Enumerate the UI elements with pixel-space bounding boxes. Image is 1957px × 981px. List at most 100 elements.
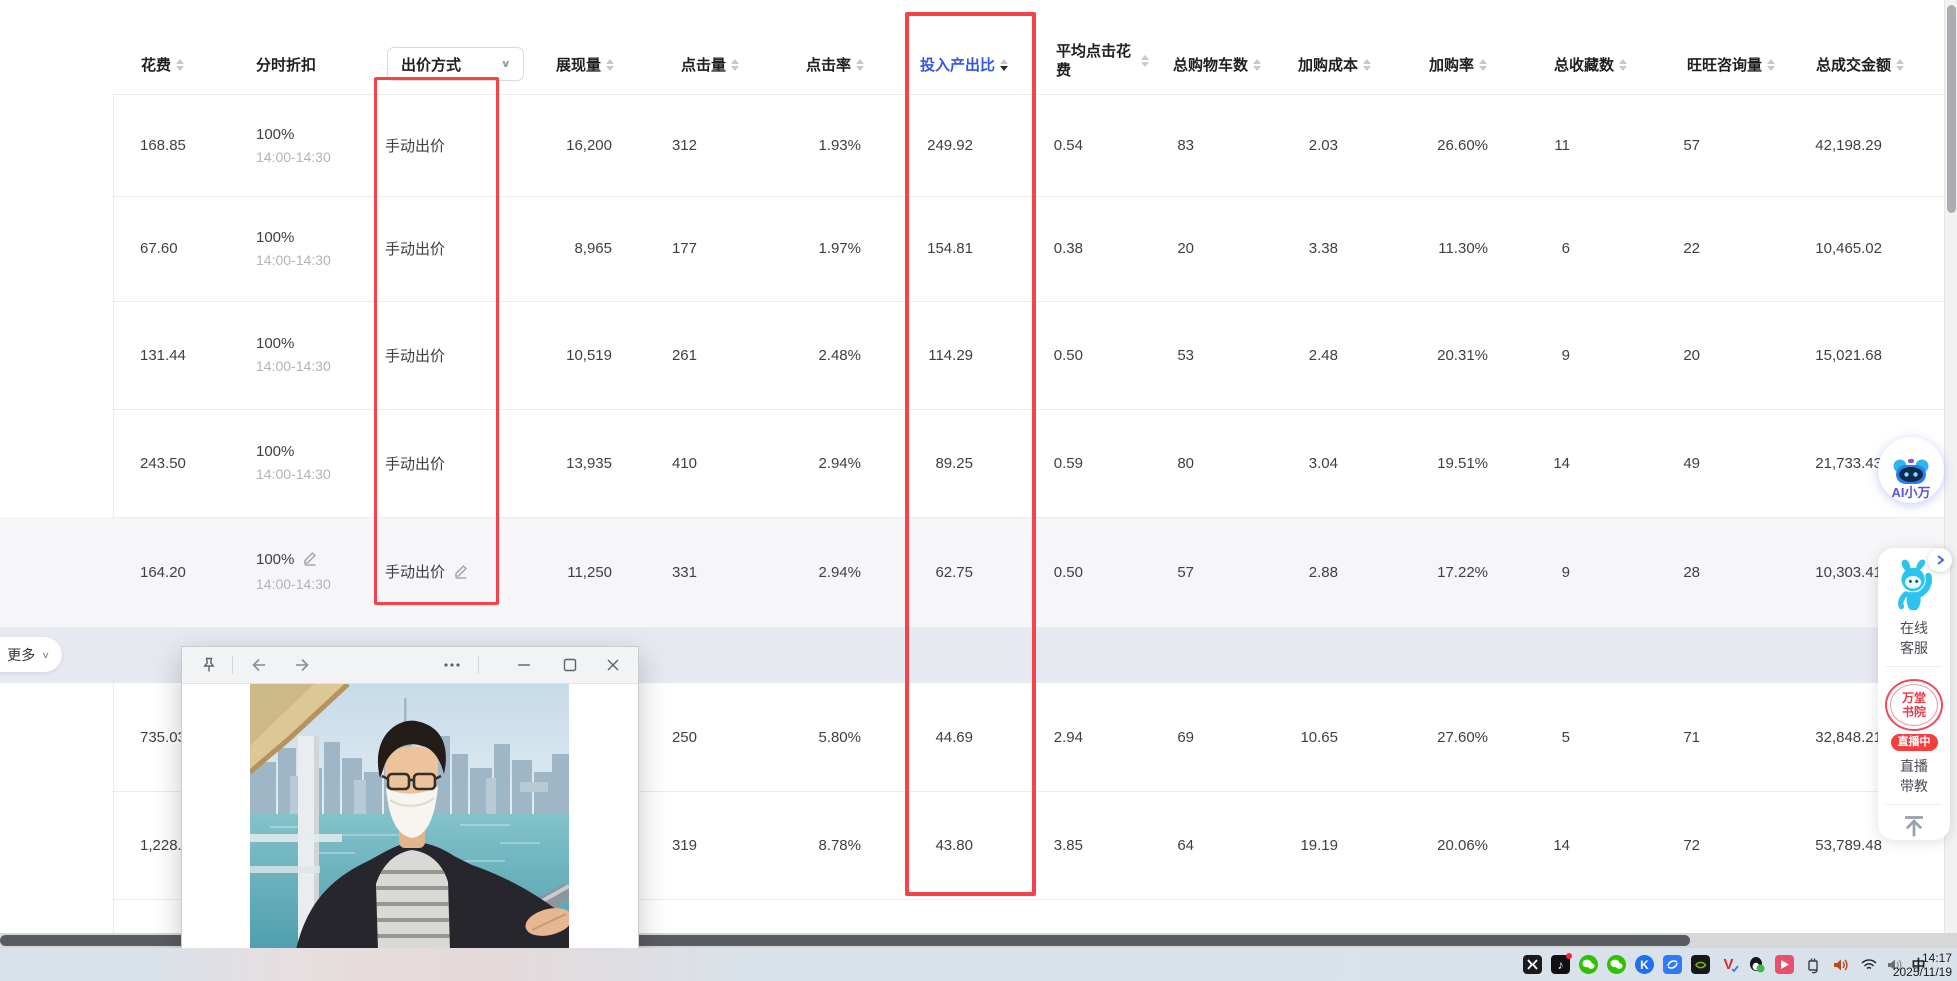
sort-icon[interactable] — [1479, 58, 1488, 71]
discount-value: 100% — [256, 548, 340, 573]
chevron-down-icon: ∨ — [500, 57, 511, 70]
sort-icon[interactable] — [731, 58, 740, 71]
maximize-icon[interactable] — [553, 647, 587, 683]
header-avg_click_cost[interactable]: 平均点击花费 — [1056, 42, 1149, 80]
cell-cart_cost: 2.03 — [1308, 137, 1338, 154]
cell-bid: 手动出价 — [340, 135, 493, 156]
more-button[interactable]: 更多 ∨ — [0, 637, 62, 672]
douyin-tray-icon[interactable]: ♪ — [1550, 953, 1572, 975]
cell-discount: 100% 14:00-14:30 — [182, 548, 340, 596]
bid-method-select[interactable]: 出价方式 ∨ — [387, 47, 524, 81]
pin-icon[interactable] — [192, 647, 226, 683]
header-clicks[interactable]: 点击量 — [681, 54, 740, 75]
header-roi[interactable]: 投入产出比 — [920, 54, 1009, 75]
close-icon[interactable] — [596, 647, 630, 683]
cell-impressions: 16,200 — [566, 137, 612, 154]
cell-wangwang: 72 — [1683, 836, 1700, 854]
cell-impressions: 11,250 — [567, 563, 612, 581]
cell-clicks: 331 — [671, 563, 697, 581]
cell-cost: 243.50 — [140, 454, 186, 472]
sort-icon[interactable] — [1767, 58, 1776, 71]
cell-wangwang: 57 — [1683, 137, 1700, 154]
edit-discount-icon[interactable] — [302, 550, 318, 573]
collapse-panel-button[interactable] — [1928, 548, 1952, 572]
header-favorites[interactable]: 总收藏数 — [1554, 54, 1628, 75]
ai-assistant-button[interactable]: AI小万 — [1878, 437, 1944, 503]
pink-app-tray-icon[interactable] — [1774, 954, 1795, 975]
mini-player-window[interactable] — [181, 646, 639, 950]
header-gmv[interactable]: 总成交金额 — [1816, 54, 1905, 75]
wifi-tray-icon[interactable] — [1858, 954, 1879, 975]
clock-time: 14:17 — [1921, 951, 1952, 965]
minimize-icon[interactable] — [507, 647, 541, 683]
cell-wangwang: 28 — [1683, 563, 1700, 581]
panel-divider — [1886, 804, 1942, 806]
volume-alert-tray-icon[interactable] — [1830, 954, 1851, 975]
cell-cost: 67.60 — [140, 240, 178, 257]
cell-gmv: 10,465.02 — [1815, 240, 1882, 257]
sort-icon[interactable] — [856, 58, 865, 71]
edit-bid-icon[interactable] — [453, 563, 469, 583]
back-to-top-icon[interactable] — [1899, 813, 1929, 840]
table-row: 168.85 100% 14:00-14:30 手动出价 16,200 312 1.93% 2… — [112, 95, 1887, 196]
cell-gmv: 42,198.29 — [1815, 137, 1882, 154]
cell-cart_rate: 26.60% — [1437, 137, 1488, 154]
more-menu-icon[interactable] — [435, 647, 469, 683]
header-impressions[interactable]: 展现量 — [556, 54, 615, 75]
cell-carts: 20 — [1177, 240, 1194, 257]
cell-cart_rate: 19.51% — [1437, 454, 1488, 472]
sort-icon[interactable] — [1896, 58, 1905, 71]
discount-time: 14:00-14:30 — [256, 358, 331, 374]
k-app-tray-icon[interactable]: K — [1634, 954, 1655, 975]
header-ctr[interactable]: 点击率 — [806, 54, 865, 75]
discount-time: 14:00-14:30 — [256, 251, 331, 268]
chevron-right-icon — [1937, 555, 1945, 565]
table-row: 243.50 100% 14:00-14:30 手动出价 13,935 410 2.94% 8… — [112, 409, 1887, 517]
qq-tray-icon[interactable] — [1746, 954, 1767, 975]
header-cart_rate[interactable]: 加购率 — [1429, 54, 1488, 75]
cell-avg_click_cost: 0.54 — [1053, 137, 1083, 154]
vertical-scrollbar-thumb[interactable] — [1947, 5, 1956, 213]
discount-time: 14:00-14:30 — [256, 576, 331, 592]
chevron-down-icon: ∨ — [41, 648, 50, 661]
wechat-tray-icon[interactable] — [1578, 954, 1599, 975]
forward-icon[interactable] — [285, 647, 319, 683]
taskbar-clock[interactable]: 14:17 2025/11/19 — [1893, 951, 1952, 979]
back-icon[interactable] — [242, 647, 276, 683]
cell-roi: 44.69 — [935, 728, 973, 746]
header-discount: 分时折扣 — [256, 57, 317, 74]
cell-cart_rate: 20.06% — [1437, 836, 1488, 854]
swirl-app-tray-icon[interactable] — [1662, 954, 1683, 975]
header-carts[interactable]: 总购物车数 — [1173, 54, 1262, 75]
cell-cost: 735.03 — [140, 728, 186, 746]
discount-time: 14:00-14:30 — [256, 466, 331, 482]
wechat2-tray-icon[interactable] — [1606, 954, 1627, 975]
academy-seal-button[interactable]: 万堂 书院 — [1885, 678, 1943, 732]
capcut-tray-icon[interactable] — [1522, 954, 1543, 975]
mini-window-titlebar[interactable] — [182, 647, 638, 684]
sort-icon[interactable] — [1253, 58, 1262, 71]
sort-icon[interactable] — [1000, 58, 1009, 71]
sort-icon[interactable] — [606, 58, 615, 71]
table-row: 164.20 100% 14:00-14:30 手动出价 11,250 331 2.94% 6… — [112, 517, 1887, 627]
cell-ctr: 1.97% — [818, 240, 861, 257]
header-cart_cost[interactable]: 加购成本 — [1298, 54, 1372, 75]
cell-favorites: 9 — [1561, 563, 1570, 581]
screen: 花费 分时折扣 出价方式 ∨ 展现量 点击量 点击率 投入产出比 平均点击花费 总购物车数 加购成本… — [0, 0, 1957, 981]
cell-gmv: 10,303.41 — [1815, 563, 1882, 581]
usb-eject-tray-icon[interactable] — [1802, 954, 1823, 975]
live-badge[interactable]: 直播中 — [1890, 734, 1938, 752]
cell-cart_cost: 2.88 — [1308, 563, 1338, 581]
sort-icon[interactable] — [1141, 55, 1149, 67]
live-teaching-button[interactable]: 直播带教 — [1898, 756, 1930, 796]
header-cost[interactable]: 花费 — [141, 54, 185, 75]
online-service-button[interactable]: 在线客服 — [1898, 618, 1930, 658]
header-wangwang[interactable]: 旺旺咨询量 — [1687, 54, 1776, 75]
cell-favorites: 14 — [1553, 454, 1570, 472]
sort-icon[interactable] — [176, 58, 185, 71]
sort-icon[interactable] — [1363, 58, 1372, 71]
sort-icon[interactable] — [1619, 58, 1628, 71]
nvidia-tray-icon[interactable] — [1690, 954, 1711, 975]
v-app-tray-icon[interactable]: V — [1718, 954, 1739, 975]
taskbar: ♪ K V 中 14:17 2025/11/19 — [0, 948, 1957, 981]
